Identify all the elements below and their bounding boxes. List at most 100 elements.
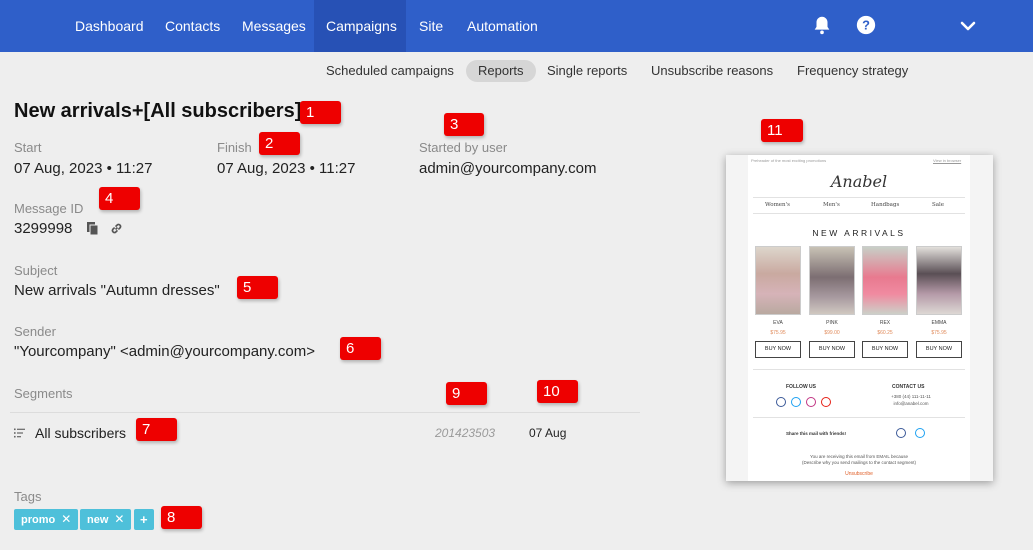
subnav-reports[interactable]: Reports — [466, 60, 536, 82]
tag-promo[interactable]: promo ✕ — [14, 509, 79, 530]
twitter-icon — [915, 428, 925, 438]
marker-6: 6 — [340, 337, 381, 360]
marker-4: 4 — [99, 187, 140, 210]
marker-1: 1 — [300, 101, 341, 124]
link-icon[interactable] — [109, 221, 124, 236]
preview-footer-1: You are receiving this email from EMAIL … — [810, 454, 908, 459]
preview-divider — [753, 369, 965, 370]
email-preview[interactable]: Preheader of the most exciting promotion… — [726, 155, 993, 481]
nav-site[interactable]: Site — [407, 0, 455, 52]
youtube-icon — [821, 397, 831, 407]
subject-label: Subject — [14, 263, 58, 278]
product-price: $75.95 — [931, 330, 947, 336]
tag-label: promo — [21, 514, 56, 526]
segment-id: 201423503 — [435, 426, 496, 440]
buy-now-button: BUY NOW — [862, 341, 908, 358]
preview-phone: +380 (44) 111-11-11 — [891, 394, 931, 399]
preview-divider — [753, 213, 965, 214]
subnav-frequency-strategy[interactable]: Frequency strategy — [785, 60, 920, 82]
email-preview-body: Preheader of the most exciting promotion… — [748, 155, 970, 481]
twitter-icon — [791, 397, 801, 407]
finish-label: Finish — [217, 140, 252, 155]
subnav-unsubscribe-reasons[interactable]: Unsubscribe reasons — [639, 60, 785, 82]
preview-menu-men: Men's — [823, 202, 840, 208]
preview-logo: Anabel — [830, 172, 888, 191]
message-id-value: 3299998 — [14, 220, 73, 237]
started-by-value: admin@yourcompany.com — [419, 160, 597, 177]
page-title: New arrivals+[All subscribers] — [14, 100, 302, 122]
preview-divider — [753, 197, 965, 198]
product-image — [916, 246, 962, 315]
nav-dashboard[interactable]: Dashboard — [63, 0, 156, 52]
top-nav: Dashboard Contacts Messages Campaigns Si… — [0, 0, 1033, 52]
remove-tag-icon[interactable]: ✕ — [114, 512, 124, 526]
product-image — [809, 246, 855, 315]
sender-value: "Yourcompany" <admin@yourcompany.com> — [14, 343, 316, 360]
remove-tag-icon[interactable]: ✕ — [61, 512, 71, 526]
svg-text:?: ? — [862, 18, 870, 33]
marker-11: 11 — [761, 119, 803, 142]
chevron-down-icon[interactable] — [958, 16, 978, 36]
nav-contacts[interactable]: Contacts — [153, 0, 232, 52]
message-id-label: Message ID — [14, 201, 84, 216]
product-name: EVA — [773, 320, 783, 326]
copy-icon[interactable] — [86, 221, 100, 236]
preview-unsubscribe: Unsubscribe — [845, 471, 873, 477]
nav-automation[interactable]: Automation — [455, 0, 550, 52]
preview-menu-women: Women's — [765, 202, 790, 208]
preview-contact-us: CONTACT US — [892, 384, 925, 390]
product-price: $99.00 — [824, 330, 840, 336]
marker-9: 9 — [446, 382, 487, 405]
nav-messages[interactable]: Messages — [230, 0, 318, 52]
instagram-icon — [806, 397, 816, 407]
marker-3: 3 — [444, 113, 484, 136]
preview-menu-sale: Sale — [932, 202, 945, 208]
marker-5: 5 — [237, 276, 278, 299]
finish-value: 07 Aug, 2023 • 11:27 — [217, 160, 356, 177]
facebook-icon — [896, 428, 906, 438]
add-tag-button[interactable]: + — [134, 509, 154, 530]
product-image — [755, 246, 801, 315]
bell-icon[interactable] — [811, 14, 833, 36]
help-icon[interactable]: ? — [855, 14, 877, 36]
list-icon — [14, 428, 25, 438]
start-label: Start — [14, 140, 42, 155]
preview-divider — [753, 417, 965, 418]
preview-preheader: Preheader of the most exciting promotion… — [751, 158, 827, 163]
product-price: $75.95 — [770, 330, 786, 336]
facebook-icon — [776, 397, 786, 407]
preview-share-text: Share this mail with friends! — [786, 431, 847, 436]
subnav-scheduled-campaigns[interactable]: Scheduled campaigns — [314, 60, 466, 82]
buy-now-button: BUY NOW — [755, 341, 801, 358]
start-value: 07 Aug, 2023 • 11:27 — [14, 160, 153, 177]
preview-follow-us: FOLLOW US — [786, 384, 816, 390]
segments-divider — [10, 412, 640, 413]
marker-10: 10 — [537, 380, 578, 403]
segments-label: Segments — [14, 386, 73, 401]
marker-7: 7 — [136, 418, 177, 441]
started-by-label: Started by user — [419, 140, 508, 155]
nav-campaigns[interactable]: Campaigns — [314, 0, 406, 52]
product-name: REX — [879, 320, 891, 326]
tag-label: new — [87, 514, 109, 526]
product-image — [862, 246, 908, 315]
product-name: PINK — [826, 320, 838, 326]
preview-heading: NEW ARRIVALS — [812, 228, 906, 238]
segment-name[interactable]: All subscribers — [35, 425, 126, 441]
preview-email: info@anabel.com — [893, 401, 929, 406]
subject-value: New arrivals "Autumn dresses" — [14, 282, 220, 299]
product-price: $60.25 — [877, 330, 893, 336]
sender-label: Sender — [14, 324, 56, 339]
subnav-single-reports[interactable]: Single reports — [535, 60, 639, 82]
preview-menu-handbags: Handbags — [871, 202, 900, 208]
tags-label: Tags — [14, 489, 42, 504]
preview-footer-2: (Describe why you send mailings to the c… — [801, 460, 917, 465]
product-name: EMMA — [931, 320, 947, 326]
tag-new[interactable]: new ✕ — [80, 509, 132, 530]
preview-view-browser: View in browser — [933, 158, 962, 163]
marker-2: 2 — [259, 132, 300, 155]
buy-now-button: BUY NOW — [809, 341, 855, 358]
marker-8: 8 — [161, 506, 202, 529]
segment-date: 07 Aug — [529, 426, 567, 440]
buy-now-button: BUY NOW — [916, 341, 962, 358]
